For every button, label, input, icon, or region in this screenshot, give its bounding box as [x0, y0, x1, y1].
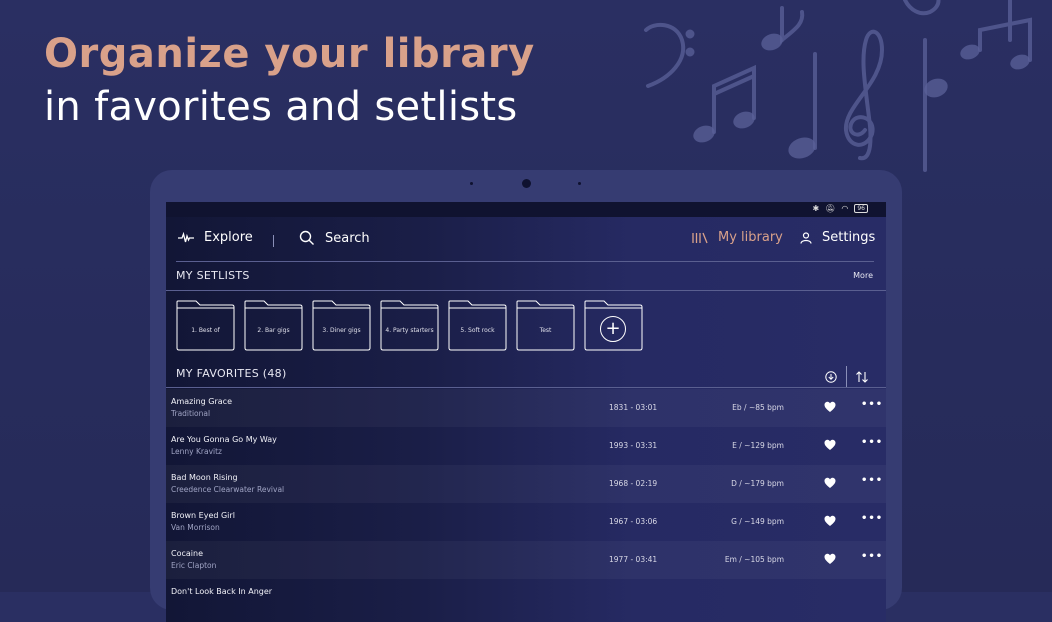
- top-navigation: Explore Search My library Settings: [166, 217, 886, 261]
- headline: Organize your library in favorites and s…: [44, 28, 535, 134]
- user-icon: [800, 231, 812, 244]
- favorites-title: MY FAVORITES (48): [176, 367, 287, 380]
- nav-settings[interactable]: Settings: [800, 230, 875, 245]
- sort-icon[interactable]: [850, 367, 874, 387]
- divider: [176, 261, 874, 262]
- library-icon: [692, 232, 708, 243]
- setlist-name: 2. Bar gigs: [257, 327, 290, 334]
- setlist-name: 3. Diner gigs: [322, 327, 361, 334]
- heart-icon[interactable]: [824, 439, 836, 451]
- heart-icon[interactable]: [824, 477, 836, 489]
- song-year-duration: 1977 - 03:41: [609, 555, 658, 564]
- more-dots-icon[interactable]: •••: [861, 399, 883, 410]
- heart-icon[interactable]: [824, 515, 836, 527]
- heart-icon[interactable]: [824, 401, 836, 413]
- setlist-folder[interactable]: 3. Diner gigs: [312, 300, 371, 351]
- divider: [166, 387, 886, 388]
- setlist-folders: 1. Best of 2. Bar gigs 3. Diner gigs 4. …: [176, 300, 643, 351]
- favorites-list: Amazing Grace Traditional 1831 - 03:01 E…: [166, 389, 886, 617]
- heart-icon[interactable]: [824, 553, 836, 565]
- setlist-folder[interactable]: 5. Soft rock: [448, 300, 507, 351]
- folder-icon: [312, 300, 371, 351]
- setlist-name: 4. Party starters: [385, 327, 434, 334]
- song-key-tempo: E / ~129 bpm: [732, 441, 784, 450]
- more-dots-icon[interactable]: •••: [861, 513, 883, 524]
- song-title: Bad Moon Rising: [171, 473, 238, 482]
- front-camera: [522, 179, 531, 188]
- table-row[interactable]: Don't Look Back In Anger: [166, 579, 886, 617]
- setlists-more-link[interactable]: More: [853, 271, 873, 280]
- wifi-icon: ◠: [841, 204, 849, 213]
- folder-icon: [448, 300, 507, 351]
- song-artist: Creedence Clearwater Revival: [171, 485, 285, 494]
- table-row[interactable]: Are You Gonna Go My Way Lenny Kravitz 19…: [166, 427, 886, 465]
- app-screen: ✱ 🔕︎ ◠ 96 Explore Search My library Sett…: [166, 202, 886, 622]
- nav-search[interactable]: Search: [299, 230, 370, 246]
- song-year-duration: 1968 - 02:19: [609, 479, 658, 488]
- folder-icon: [244, 300, 303, 351]
- song-year-duration: 1831 - 03:01: [609, 403, 658, 412]
- nav-search-label: Search: [325, 230, 370, 246]
- song-artist: Van Morrison: [171, 523, 220, 532]
- song-artist: Traditional: [171, 409, 211, 418]
- song-year-duration: 1967 - 03:06: [609, 517, 658, 526]
- table-row[interactable]: Cocaine Eric Clapton 1977 - 03:41 Em / ~…: [166, 541, 886, 579]
- waveform-icon: [178, 231, 194, 242]
- song-key-tempo: Em / ~105 bpm: [724, 555, 784, 564]
- add-setlist-button[interactable]: +: [584, 300, 643, 351]
- mute-icon: 🔕︎: [825, 204, 836, 213]
- folder-icon: [516, 300, 575, 351]
- battery-icon: 96: [854, 204, 868, 213]
- bluetooth-icon: ✱: [812, 204, 820, 213]
- song-artist: Eric Clapton: [171, 561, 217, 570]
- headline-line-1: Organize your library: [44, 31, 535, 77]
- nav-explore-label: Explore: [204, 230, 253, 245]
- setlist-name: 1. Best of: [191, 327, 220, 334]
- nav-explore[interactable]: Explore: [178, 230, 253, 245]
- table-row[interactable]: Amazing Grace Traditional 1831 - 03:01 E…: [166, 389, 886, 427]
- sensor-dot: [578, 182, 581, 185]
- song-title: Are You Gonna Go My Way: [171, 435, 277, 444]
- status-bar: ✱ 🔕︎ ◠ 96: [166, 202, 886, 217]
- divider: [166, 290, 886, 291]
- song-title: Brown Eyed Girl: [171, 511, 235, 520]
- sensor-dot: [470, 182, 473, 185]
- plus-circle-icon: +: [600, 316, 626, 342]
- setlist-folder[interactable]: 1. Best of: [176, 300, 235, 351]
- setlist-name: 5. Soft rock: [460, 327, 495, 334]
- song-year-duration: 1993 - 03:31: [609, 441, 658, 450]
- setlists-title: MY SETLISTS: [176, 269, 250, 282]
- search-icon: [299, 230, 314, 245]
- song-key-tempo: G / ~149 bpm: [731, 517, 784, 526]
- setlist-name: Test: [539, 327, 552, 334]
- song-title: Cocaine: [171, 549, 203, 558]
- song-artist: Lenny Kravitz: [171, 447, 222, 456]
- more-dots-icon[interactable]: •••: [861, 437, 883, 448]
- song-title: Amazing Grace: [171, 397, 232, 406]
- download-icon[interactable]: [819, 367, 843, 387]
- song-key-tempo: D / ~179 bpm: [731, 479, 784, 488]
- table-row[interactable]: Brown Eyed Girl Van Morrison 1967 - 03:0…: [166, 503, 886, 541]
- tool-divider: [846, 366, 847, 388]
- setlist-folder[interactable]: 4. Party starters: [380, 300, 439, 351]
- more-dots-icon[interactable]: •••: [861, 475, 883, 486]
- more-dots-icon[interactable]: •••: [861, 551, 883, 562]
- setlist-folder[interactable]: Test: [516, 300, 575, 351]
- tablet-device: ✱ 🔕︎ ◠ 96 Explore Search My library Sett…: [150, 170, 902, 622]
- folder-icon: [176, 300, 235, 351]
- song-key-tempo: Eb / ~85 bpm: [732, 403, 784, 412]
- nav-my-library-label: My library: [718, 230, 783, 245]
- favorites-tools: [819, 366, 874, 388]
- headline-line-2: in favorites and setlists: [44, 84, 518, 130]
- setlist-folder[interactable]: 2. Bar gigs: [244, 300, 303, 351]
- folder-icon: [380, 300, 439, 351]
- nav-my-library[interactable]: My library: [692, 230, 783, 245]
- nav-divider: [273, 235, 274, 247]
- table-row[interactable]: Bad Moon Rising Creedence Clearwater Rev…: [166, 465, 886, 503]
- nav-settings-label: Settings: [822, 230, 876, 245]
